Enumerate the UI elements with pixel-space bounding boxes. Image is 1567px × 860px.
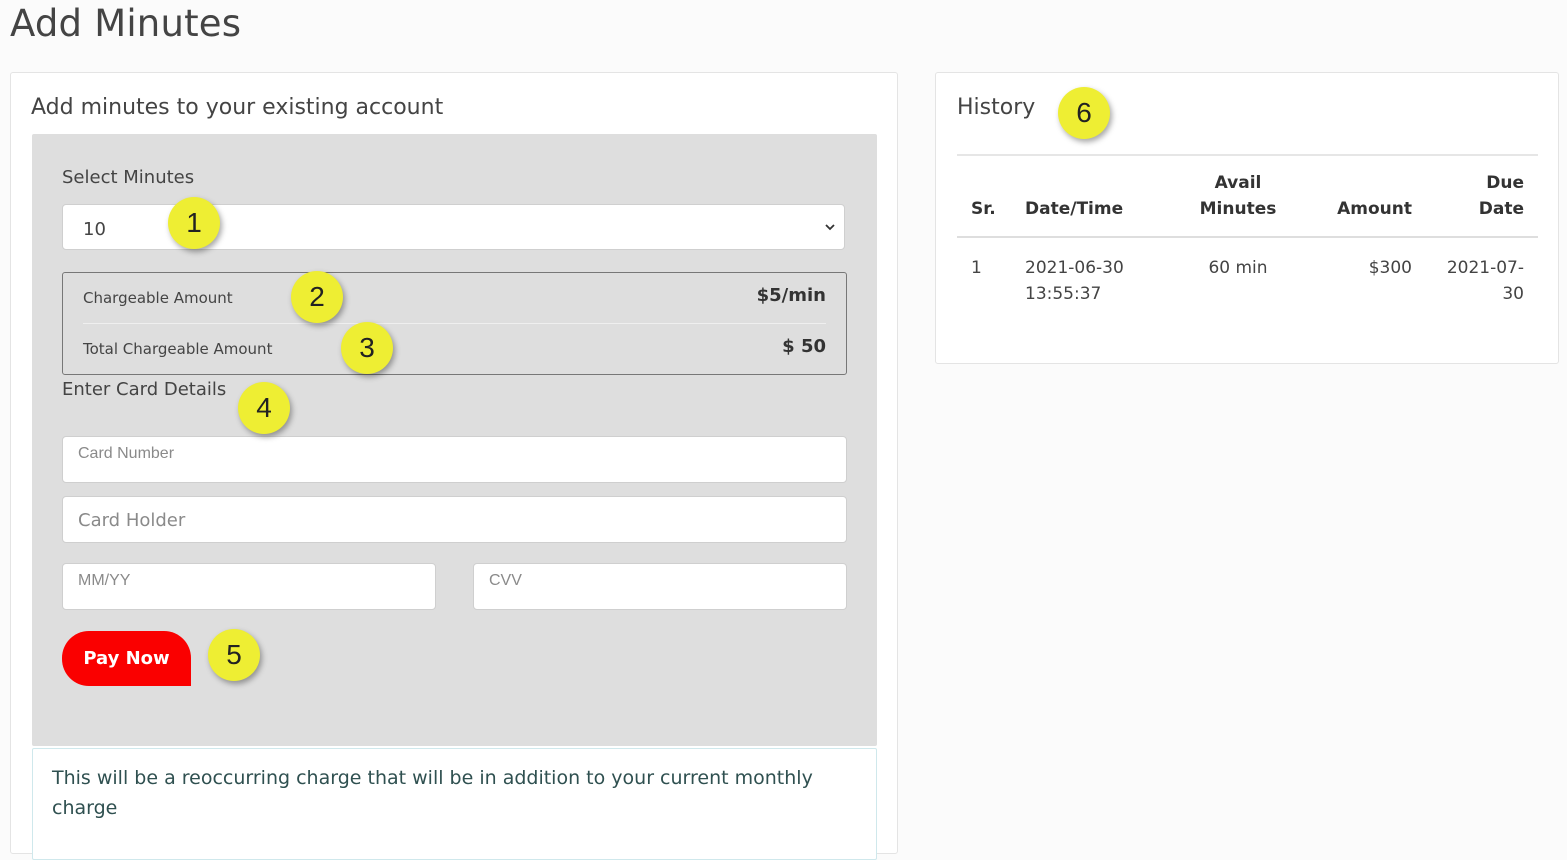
page-title: Add Minutes bbox=[10, 2, 242, 45]
expiry-input[interactable]: MM/YY bbox=[62, 563, 436, 610]
cell-due-date: 2021-07-30 bbox=[1446, 258, 1524, 304]
history-card: History Sr. Date/Time Avail Minutes Amou… bbox=[935, 72, 1559, 364]
cvv-input[interactable]: CVV bbox=[473, 563, 847, 610]
total-amount-label: Total Chargeable Amount bbox=[83, 340, 273, 358]
add-minutes-card: Add minutes to your existing account Sel… bbox=[10, 72, 898, 860]
card-details-label: Enter Card Details bbox=[62, 379, 227, 400]
minutes-select-value: 10 bbox=[83, 219, 106, 240]
recurring-charge-text: This will be a reoccurring charge that w… bbox=[52, 767, 813, 819]
chargeable-amount-label: Chargeable Amount bbox=[83, 289, 233, 307]
annotation-badge-5: 5 bbox=[208, 629, 260, 681]
column-header-amount: Amount bbox=[1297, 170, 1426, 238]
chargeable-amount-value: $5/min bbox=[756, 285, 826, 306]
amount-summary: Chargeable Amount $5/min Total Chargeabl… bbox=[62, 272, 847, 375]
history-divider bbox=[957, 154, 1538, 156]
history-table: Sr. Date/Time Avail Minutes Amount Due D… bbox=[957, 170, 1538, 324]
cell-datetime: 2021-06-30 13:55:37 bbox=[1025, 258, 1124, 304]
table-row: 1 2021-06-30 13:55:37 60 min $300 2021-0… bbox=[957, 237, 1538, 324]
annotation-badge-4: 4 bbox=[238, 382, 290, 434]
total-amount-row: Total Chargeable Amount $ 50 bbox=[83, 336, 826, 362]
column-header-sr: Sr. bbox=[957, 170, 1011, 238]
add-minutes-heading: Add minutes to your existing account bbox=[31, 95, 444, 120]
cvv-placeholder: CVV bbox=[489, 572, 522, 589]
column-header-avail-minutes: Avail Minutes bbox=[1179, 170, 1297, 238]
expiry-placeholder: MM/YY bbox=[78, 572, 131, 589]
card-holder-placeholder: Card Holder bbox=[78, 510, 186, 531]
card-number-input[interactable]: Card Number bbox=[62, 436, 847, 483]
chargeable-amount-row: Chargeable Amount $5/min bbox=[83, 285, 826, 311]
payment-panel: Select Minutes 10 Chargeable Amount $5/m… bbox=[32, 134, 877, 746]
history-header-row: Sr. Date/Time Avail Minutes Amount Due D… bbox=[957, 170, 1538, 238]
pay-now-button[interactable]: Pay Now bbox=[62, 631, 191, 686]
annotation-badge-1: 1 bbox=[168, 197, 220, 249]
chevron-down-icon bbox=[825, 224, 835, 231]
amount-divider bbox=[83, 323, 826, 324]
cell-avail-minutes: 60 min bbox=[1208, 258, 1268, 278]
recurring-charge-notice: This will be a reoccurring charge that w… bbox=[32, 748, 877, 860]
select-minutes-label: Select Minutes bbox=[62, 167, 195, 188]
total-amount-value: $ 50 bbox=[782, 336, 826, 357]
cell-sr: 1 bbox=[971, 258, 982, 278]
history-heading: History bbox=[957, 95, 1036, 120]
cell-amount: $300 bbox=[1368, 258, 1412, 278]
card-holder-input[interactable]: Card Holder bbox=[62, 496, 847, 543]
annotation-badge-3: 3 bbox=[341, 322, 393, 374]
column-header-datetime: Date/Time bbox=[1011, 170, 1179, 238]
annotation-badge-6: 6 bbox=[1058, 87, 1110, 139]
card-number-placeholder: Card Number bbox=[78, 445, 175, 462]
annotation-badge-2: 2 bbox=[291, 271, 343, 323]
column-header-due-date: Due Date bbox=[1426, 170, 1538, 238]
